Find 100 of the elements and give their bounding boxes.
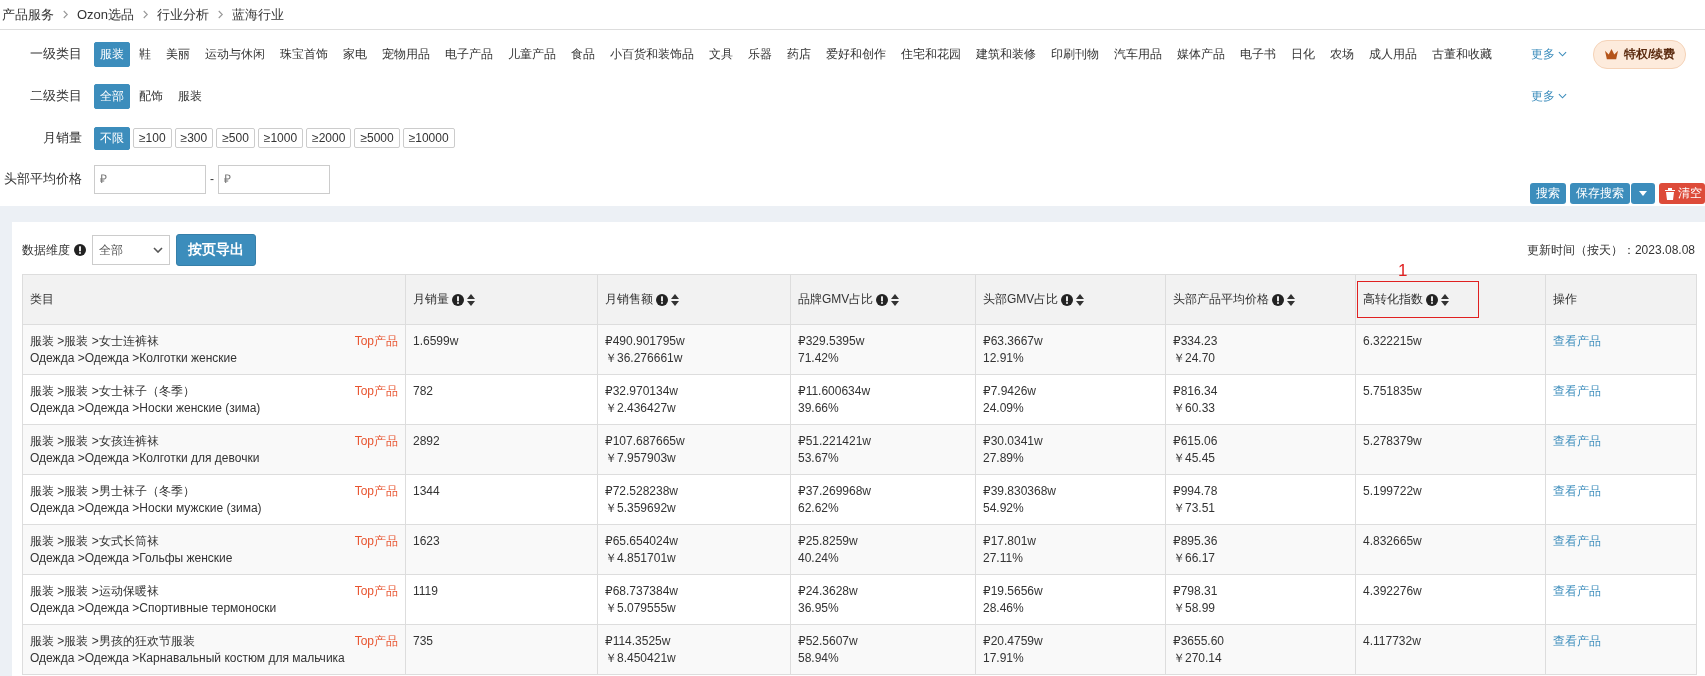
filter-option[interactable]: 电子产品 (439, 41, 499, 67)
filter-option[interactable]: ≥100 (133, 128, 172, 148)
filter-option[interactable]: 药店 (781, 41, 817, 67)
table-cell: 5.199722w (1355, 474, 1546, 525)
filter-option[interactable]: 儿童产品 (502, 41, 562, 67)
filter-option[interactable]: 服装 (172, 83, 208, 109)
filter-option[interactable]: 不限 (94, 126, 130, 150)
cell-value: ₽490.901795w (605, 333, 686, 350)
chevron-down-icon (1558, 93, 1567, 99)
cell-value: 24.09% (983, 400, 1025, 417)
filter-option[interactable]: 配饰 (133, 83, 169, 109)
privilege-button[interactable]: 特权/续费 (1593, 39, 1687, 69)
sort-icon[interactable] (1441, 293, 1449, 306)
sort-icon[interactable] (1076, 293, 1085, 306)
column-header[interactable]: 品牌GMV占比 (790, 274, 976, 325)
view-products-link[interactable]: 查看产品 (1553, 534, 1601, 548)
view-products-link[interactable]: 查看产品 (1553, 384, 1601, 398)
breadcrumb-link[interactable]: 行业分析 (157, 5, 210, 24)
cell-value: ￥60.33 (1173, 400, 1217, 417)
column-header[interactable]: 头部产品平均价格 (1165, 274, 1356, 325)
filter-option[interactable]: 印刷刊物 (1045, 41, 1105, 67)
dimension-select[interactable]: 全部 (92, 235, 170, 265)
cell-value: ₽798.31 (1173, 583, 1219, 600)
filter-option[interactable]: ≥500 (216, 128, 255, 148)
top-products-link[interactable]: Top产品 (354, 633, 398, 667)
breadcrumb-link[interactable]: 产品服务 (2, 5, 54, 24)
filter-option[interactable]: 爱好和创作 (820, 41, 892, 67)
column-header[interactable]: 头部GMV占比 (975, 274, 1166, 325)
cell-value: 40.24% (798, 550, 840, 567)
trash-icon (1665, 187, 1675, 200)
filter-option[interactable]: 服装 (94, 41, 130, 67)
top-products-link[interactable]: Top产品 (354, 533, 398, 567)
save-search-button[interactable]: 保存搜索 (1570, 183, 1630, 204)
table-cell: 4.832665w (1355, 524, 1546, 575)
column-header[interactable]: 月销量 (405, 274, 598, 325)
view-products-link[interactable]: 查看产品 (1553, 434, 1601, 448)
filter-option[interactable]: 运动与休闲 (199, 41, 271, 67)
filter-option[interactable]: ≥10000 (402, 128, 455, 148)
filter-option[interactable]: 成人用品 (1363, 41, 1423, 67)
filter-option[interactable]: 美丽 (160, 41, 196, 67)
clear-button[interactable]: 清空 (1659, 183, 1705, 204)
view-products-link[interactable]: 查看产品 (1553, 634, 1601, 648)
filter-option[interactable]: 食品 (565, 41, 601, 67)
filter-option[interactable]: 小百货和装饰品 (604, 41, 700, 67)
view-products-link[interactable]: 查看产品 (1553, 584, 1601, 598)
filter-option[interactable]: 文具 (703, 41, 739, 67)
more-link[interactable]: 更多 (1531, 87, 1567, 105)
filter-option[interactable]: ≥2000 (306, 128, 352, 148)
price-input[interactable]: ₽ (218, 164, 330, 194)
filter-option[interactable]: 电子书 (1234, 41, 1282, 67)
filter-option[interactable]: 媒体产品 (1171, 41, 1231, 67)
filter-label: 头部平均价格 (3, 170, 82, 188)
cell-value: ₽17.801w (983, 533, 1037, 550)
range-separator: - (210, 172, 214, 186)
filter-option[interactable]: 家电 (337, 41, 373, 67)
cell-value: ₽19.5656w (983, 583, 1044, 600)
cell-value: 28.46% (983, 600, 1025, 617)
top-products-link[interactable]: Top产品 (354, 433, 398, 467)
category-path: 服装 >服装 >男士袜子（冬季） (30, 483, 196, 500)
filter-option[interactable]: 古董和收藏 (1426, 41, 1498, 67)
filter-option[interactable]: 汽车用品 (1108, 41, 1168, 67)
sort-icon[interactable] (1287, 293, 1295, 306)
filter-option[interactable]: ≥5000 (354, 128, 400, 148)
breadcrumb-link[interactable]: 蓝海行业 (232, 5, 285, 24)
breadcrumb-link[interactable]: Ozon选品 (77, 5, 135, 24)
sort-icon[interactable] (467, 293, 475, 306)
filter-option[interactable]: 日化 (1285, 41, 1321, 67)
filter-option[interactable]: 建筑和装修 (970, 41, 1042, 67)
top-products-link[interactable]: Top产品 (354, 483, 398, 517)
top-products-link[interactable]: Top产品 (354, 583, 398, 617)
more-link[interactable]: 更多 (1531, 45, 1567, 63)
top-products-link[interactable]: Top产品 (354, 333, 398, 367)
sort-icon[interactable] (891, 293, 900, 306)
filter-option[interactable]: ≥1000 (257, 128, 304, 148)
search-button[interactable]: 搜索 (1530, 183, 1566, 204)
filter-option[interactable]: 宠物用品 (376, 41, 436, 67)
price-input[interactable]: ₽ (94, 164, 206, 194)
export-button[interactable]: 按页导出 (176, 234, 256, 266)
cell-value: ₽816.34 (1173, 383, 1219, 400)
category-path: 服装 >服装 >女士连裤袜 (30, 333, 160, 350)
filter-option[interactable]: 住宅和花园 (895, 41, 967, 67)
filter-option[interactable]: 珠宝首饰 (274, 41, 334, 67)
cell-value: ₽52.5607w (798, 633, 859, 650)
filter-option[interactable]: ≥300 (174, 128, 214, 148)
chevron-right-icon (142, 10, 150, 19)
view-products-link[interactable]: 查看产品 (1553, 484, 1601, 498)
filter-option[interactable]: 全部 (94, 83, 130, 109)
column-header[interactable]: 月销售额 (597, 274, 791, 325)
top-products-link[interactable]: Top产品 (354, 383, 398, 417)
dropdown-toggle[interactable] (1631, 183, 1655, 204)
cell-value: ￥5.359692w (605, 500, 677, 517)
cell-value: ₽72.528238w (605, 483, 680, 500)
cell-value: ₽20.4759w (983, 633, 1044, 650)
table-cell: 2892 (405, 424, 598, 475)
filter-option[interactable]: 鞋 (133, 41, 157, 67)
filter-option[interactable]: 农场 (1324, 41, 1360, 67)
category-path: 服装 >服装 >女孩连裤袜 (30, 433, 160, 450)
view-products-link[interactable]: 查看产品 (1553, 334, 1601, 348)
filter-option[interactable]: 乐器 (742, 41, 778, 67)
sort-icon[interactable] (671, 293, 679, 306)
